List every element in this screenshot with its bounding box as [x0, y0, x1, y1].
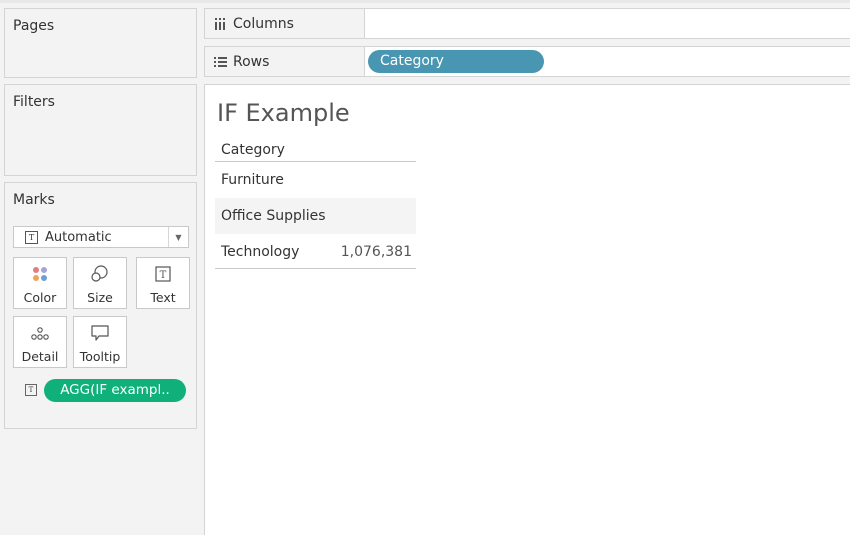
rows-icon — [213, 56, 227, 68]
size-button[interactable]: Size — [73, 257, 127, 309]
rows-shelf-header: Rows — [205, 47, 365, 76]
view-canvas: IF Example Category Furniture Office Sup… — [204, 84, 850, 535]
size-icon — [74, 265, 126, 283]
filters-card-title: Filters — [13, 94, 55, 110]
category-header-label: Category — [221, 142, 285, 158]
category-pill[interactable]: Category — [368, 50, 544, 73]
tooltip-icon — [74, 324, 126, 342]
detail-button[interactable]: Detail — [13, 316, 67, 368]
table-row[interactable]: Technology 1,076,381 — [215, 234, 416, 270]
table-row[interactable]: Furniture — [215, 162, 416, 198]
svg-text:T: T — [160, 270, 167, 281]
marks-card-title: Marks — [13, 192, 55, 208]
columns-label: Columns — [233, 15, 294, 32]
top-strip — [0, 0, 850, 3]
tooltip-label: Tooltip — [79, 349, 121, 364]
mark-type-label: Automatic — [45, 229, 112, 245]
pages-card-title: Pages — [13, 18, 55, 34]
agg-field-pill[interactable]: AGG(IF exampl.. — [44, 379, 186, 402]
detail-label: Detail — [21, 349, 59, 364]
color-label: Color — [23, 290, 57, 305]
chevron-down-icon[interactable]: ▼ — [168, 227, 188, 247]
marks-card: Marks T Automatic ▼ Color Size T Text De… — [4, 182, 197, 429]
pages-card[interactable]: Pages — [4, 8, 197, 78]
mark-type-dropdown[interactable]: T Automatic ▼ — [13, 226, 189, 248]
text-icon: T — [137, 265, 189, 283]
color-button[interactable]: Color — [13, 257, 67, 309]
rows-drop-area[interactable]: Category — [365, 47, 850, 76]
rows-label: Rows — [233, 53, 270, 70]
row-category: Technology — [221, 244, 300, 260]
worksheet-title: IF Example — [217, 99, 350, 127]
columns-drop-area[interactable] — [365, 9, 850, 38]
text-label: Text — [150, 290, 176, 305]
columns-icon — [213, 17, 227, 30]
filters-card[interactable]: Filters — [4, 84, 197, 176]
detail-icon — [14, 324, 66, 342]
row-category: Furniture — [221, 172, 284, 188]
category-column-header[interactable]: Category — [215, 137, 416, 162]
row-category: Office Supplies — [221, 208, 326, 224]
tooltip-button[interactable]: Tooltip — [73, 316, 127, 368]
columns-shelf-header: Columns — [205, 9, 365, 38]
rows-shelf: Rows Category — [204, 46, 850, 77]
row-value: 1,076,381 — [340, 244, 412, 260]
columns-shelf: Columns — [204, 8, 850, 39]
text-encoding-icon[interactable]: T — [25, 384, 37, 396]
color-icon — [14, 265, 66, 283]
table-bottom-rule — [215, 268, 416, 269]
tableau-worksheet: Pages Filters Marks T Automatic ▼ Color — [0, 0, 850, 535]
table-row[interactable]: Office Supplies — [215, 198, 416, 234]
text-mark-icon: T — [25, 230, 38, 244]
size-label: Size — [87, 290, 113, 305]
text-button[interactable]: T Text — [136, 257, 190, 309]
